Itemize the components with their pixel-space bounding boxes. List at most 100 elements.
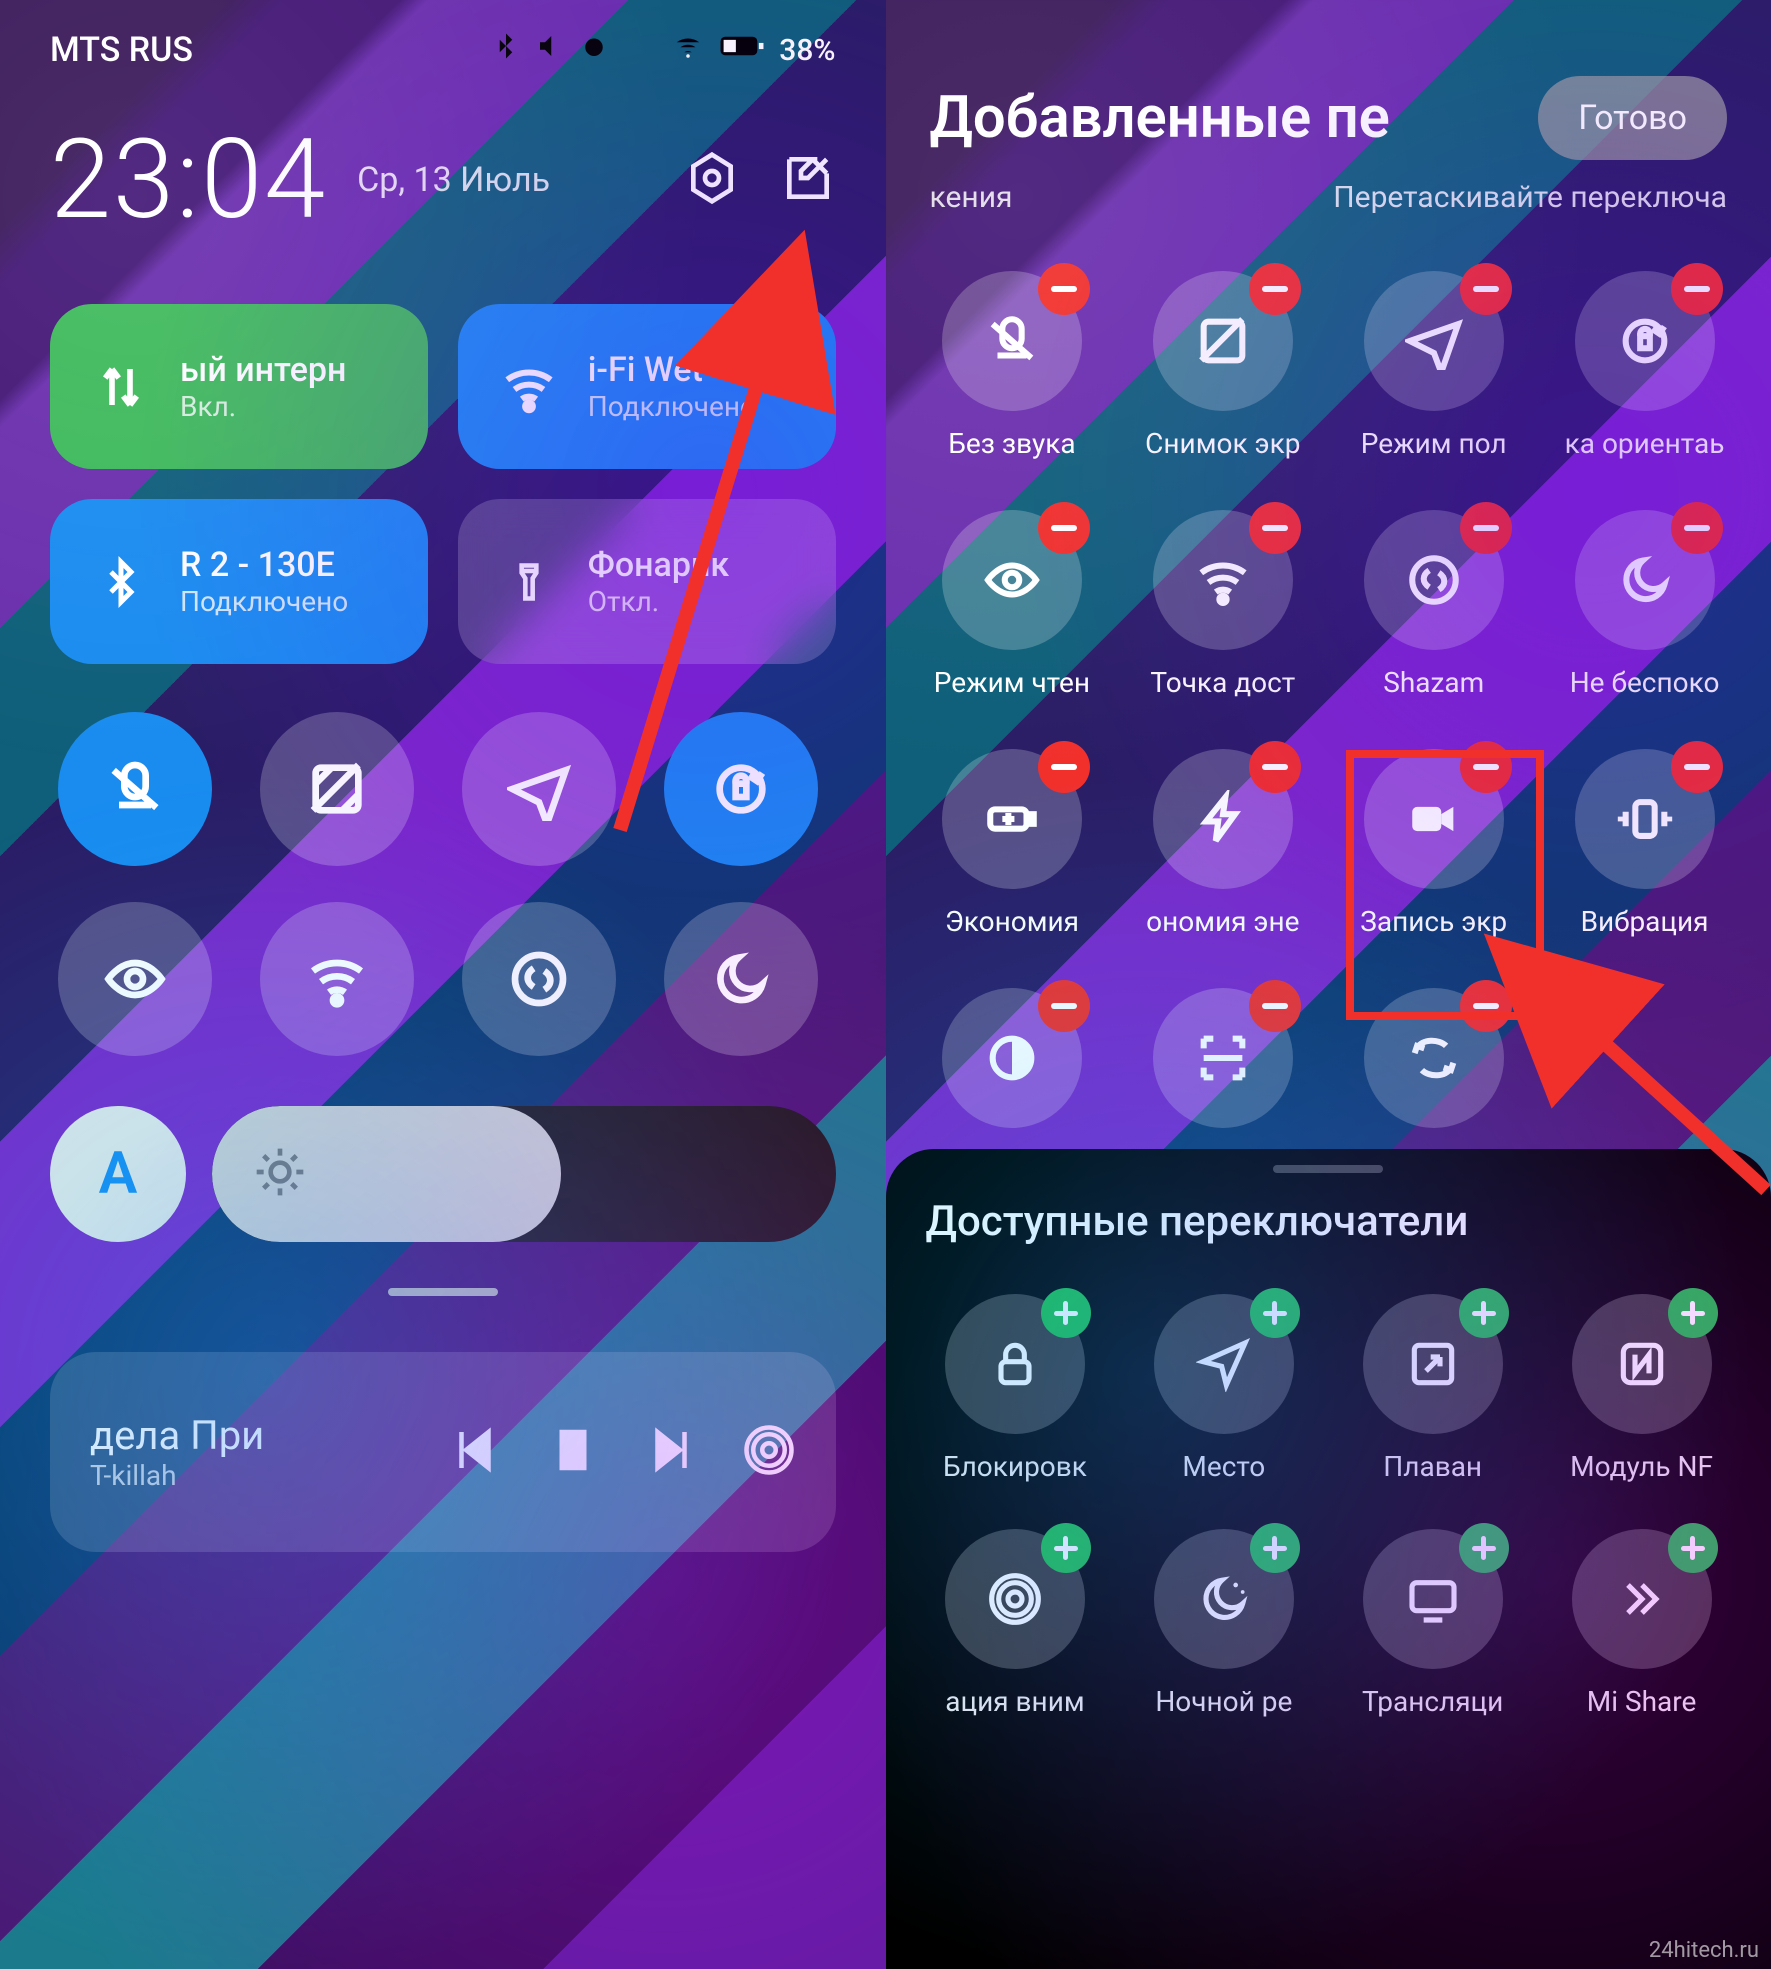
available-grabber[interactable] — [1273, 1165, 1383, 1173]
done-button[interactable]: Готово — [1538, 76, 1727, 160]
screenshot-icon — [1153, 271, 1293, 411]
remove-badge[interactable] — [1038, 263, 1090, 315]
add-badge[interactable] — [1250, 1288, 1300, 1338]
panel-grabber[interactable] — [388, 1288, 498, 1296]
added-toggle-screenshot[interactable]: Снимок экр — [1132, 271, 1313, 460]
cast-icon — [1363, 1529, 1503, 1669]
added-toggle-hotspot[interactable]: Точка дост — [1132, 510, 1313, 699]
remove-badge[interactable] — [1671, 502, 1723, 554]
added-toggle-record[interactable]: Запись экр — [1343, 749, 1524, 938]
mobile-data-icon — [84, 360, 158, 414]
remove-badge[interactable] — [1671, 263, 1723, 315]
add-badge[interactable] — [1041, 1523, 1091, 1573]
bluetooth-tile[interactable]: R 2 - 130E Подключено — [50, 499, 428, 664]
alarm-icon — [579, 31, 609, 69]
remove-badge[interactable] — [1038, 502, 1090, 554]
shazam-toggle[interactable] — [462, 902, 616, 1056]
edit-toggles-screen: Добавленные пе Готово кения Перетаскивай… — [886, 0, 1771, 1969]
available-toggles-grid: Блокировк Место Плаван Модуль NF ация вн… — [926, 1294, 1732, 1718]
rotation-lock-toggle[interactable] — [664, 712, 818, 866]
available-toggle-lock[interactable]: Блокировк — [926, 1294, 1105, 1483]
ultra-icon — [1153, 749, 1293, 889]
added-toggle-dnd[interactable]: Не беспоко — [1554, 510, 1735, 699]
added-toggles-grid: Без звука Снимок экр Режим пол ка ориент… — [886, 245, 1771, 1217]
mute-toggle[interactable] — [58, 712, 212, 866]
remove-badge[interactable] — [1249, 502, 1301, 554]
nfc-icon — [1572, 1294, 1712, 1434]
added-toggle-battery[interactable]: Экономия — [922, 749, 1103, 938]
media-prev-button[interactable] — [448, 1423, 502, 1481]
torch-icon — [492, 555, 566, 609]
available-toggle-label: Ночной ре — [1155, 1685, 1292, 1718]
media-artist: T-killah — [90, 1459, 264, 1492]
clock: 23:04 — [50, 115, 327, 244]
reading-mode-toggle[interactable] — [58, 902, 212, 1056]
added-toggle-shazam[interactable]: Shazam — [1343, 510, 1524, 699]
status-bar: MTS RUS 38% — [50, 30, 836, 70]
add-badge[interactable] — [1668, 1523, 1718, 1573]
remove-badge[interactable] — [1038, 741, 1090, 793]
added-toggle-mute[interactable]: Без звука — [922, 271, 1103, 460]
available-toggle-location[interactable]: Место — [1134, 1294, 1313, 1483]
remove-badge[interactable] — [1460, 980, 1512, 1032]
available-toggle-cast[interactable]: Трансляци — [1343, 1529, 1522, 1718]
mute-icon — [942, 271, 1082, 411]
available-toggle-nfc[interactable]: Модуль NF — [1552, 1294, 1731, 1483]
added-toggle-label: Без звука — [948, 427, 1075, 460]
wifi-tile[interactable]: i-Fi Wet Подключено — [458, 304, 836, 469]
edit-title: Добавленные пе — [930, 84, 1390, 152]
available-toggle-floating[interactable]: Плаван — [1343, 1294, 1522, 1483]
sync-icon — [1364, 988, 1504, 1128]
control-center-screen: MTS RUS 38% 23:04 Ср, 13 Июль — [0, 0, 886, 1969]
media-title: дела При — [90, 1412, 264, 1459]
torch-tile[interactable]: Фонарик Откл. — [458, 499, 836, 664]
added-toggle-vibration[interactable]: Вибрация — [1554, 749, 1735, 938]
added-toggle-label: Не беспоко — [1570, 666, 1720, 699]
settings-icon[interactable] — [684, 150, 740, 210]
remove-badge[interactable] — [1249, 980, 1301, 1032]
available-toggle-night[interactable]: Ночной ре — [1134, 1529, 1313, 1718]
added-toggle-airplane[interactable]: Режим пол — [1343, 271, 1524, 460]
airplane-toggle[interactable] — [462, 712, 616, 866]
hotspot-toggle[interactable] — [260, 902, 414, 1056]
add-badge[interactable] — [1041, 1288, 1091, 1338]
available-toggle-mishare[interactable]: Mi Share — [1552, 1529, 1731, 1718]
remove-badge[interactable] — [1249, 263, 1301, 315]
screenshot-toggle[interactable] — [260, 712, 414, 866]
vibration-icon — [1575, 749, 1715, 889]
auto-brightness-toggle[interactable]: A — [50, 1106, 186, 1242]
media-player-card[interactable]: дела При T-killah — [50, 1352, 836, 1552]
remove-badge[interactable] — [1460, 263, 1512, 315]
added-toggle-label: ка ориентаь — [1565, 427, 1725, 460]
available-toggle-label: ация вним — [945, 1685, 1084, 1718]
dnd-icon — [1575, 510, 1715, 650]
brightness-slider[interactable] — [212, 1106, 836, 1242]
brightness-icon — [252, 1144, 308, 1204]
mobile-data-tile[interactable]: ый интерн Вкл. — [50, 304, 428, 469]
media-pause-button[interactable] — [546, 1423, 600, 1481]
added-toggle-label: ономия эне — [1146, 905, 1299, 938]
remove-badge[interactable] — [1460, 741, 1512, 793]
remove-badge[interactable] — [1038, 980, 1090, 1032]
add-badge[interactable] — [1459, 1523, 1509, 1573]
bluetooth-tile-icon — [84, 555, 158, 609]
date: Ср, 13 Июль — [357, 160, 550, 200]
add-badge[interactable] — [1459, 1288, 1509, 1338]
remove-badge[interactable] — [1249, 741, 1301, 793]
wifi-title: i-Fi Wet — [588, 350, 756, 390]
bt-title: R 2 - 130E — [180, 545, 348, 585]
remove-badge[interactable] — [1671, 741, 1723, 793]
media-next-button[interactable] — [644, 1423, 698, 1481]
available-toggles-panel[interactable]: Доступные переключатели Блокировк Место … — [886, 1149, 1771, 1969]
available-toggle-focus[interactable]: ация вним — [926, 1529, 1105, 1718]
remove-badge[interactable] — [1460, 502, 1512, 554]
added-toggle-label: Режим пол — [1361, 427, 1507, 460]
add-badge[interactable] — [1250, 1523, 1300, 1573]
dnd-toggle[interactable] — [664, 902, 818, 1056]
media-output-button[interactable] — [742, 1423, 796, 1481]
add-badge[interactable] — [1668, 1288, 1718, 1338]
added-toggle-rotation[interactable]: ка ориентаь — [1554, 271, 1735, 460]
added-toggle-reading[interactable]: Режим чтен — [922, 510, 1103, 699]
added-toggle-ultra[interactable]: ономия эне — [1132, 749, 1313, 938]
edit-icon[interactable] — [780, 150, 836, 210]
